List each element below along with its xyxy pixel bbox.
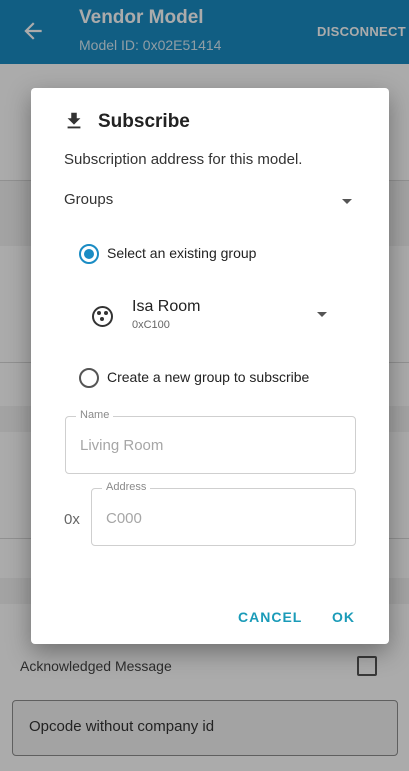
address-type-dropdown[interactable]: Groups — [31, 183, 389, 217]
radio-existing-label: Select an existing group — [107, 245, 257, 261]
cancel-button[interactable]: CANCEL — [238, 609, 302, 625]
group-address-field[interactable]: Address C000 — [91, 481, 356, 546]
group-address-placeholder: C000 — [106, 510, 142, 527]
ok-button[interactable]: OK — [332, 609, 355, 625]
dialog-title: Subscribe — [98, 111, 190, 132]
address-type-value: Groups — [64, 191, 114, 208]
download-icon — [67, 112, 81, 129]
radio-existing-indicator[interactable] — [79, 244, 99, 264]
radio-new-group[interactable]: Create a new group to subscribe — [76, 365, 366, 391]
group-name-label: Name — [76, 409, 114, 421]
group-name-placeholder: Living Room — [80, 437, 164, 454]
radio-new-indicator[interactable] — [79, 368, 99, 388]
radio-existing-group[interactable]: Select an existing group — [76, 241, 336, 267]
group-address: 0xC100 — [132, 319, 170, 331]
address-prefix: 0x — [64, 511, 80, 528]
group-name-field[interactable]: Name Living Room — [65, 409, 356, 474]
group-select[interactable]: Isa Room 0xC100 — [31, 288, 389, 338]
chevron-down-icon — [342, 199, 352, 204]
group-icon — [92, 306, 113, 327]
group-name: Isa Room — [132, 298, 201, 315]
dialog-description: Subscription address for this model. — [64, 151, 303, 168]
group-address-label: Address — [102, 481, 151, 493]
radio-new-label: Create a new group to subscribe — [107, 369, 310, 385]
subscribe-dialog: Subscribe Subscription address for this … — [31, 88, 389, 644]
chevron-down-icon — [317, 312, 327, 317]
